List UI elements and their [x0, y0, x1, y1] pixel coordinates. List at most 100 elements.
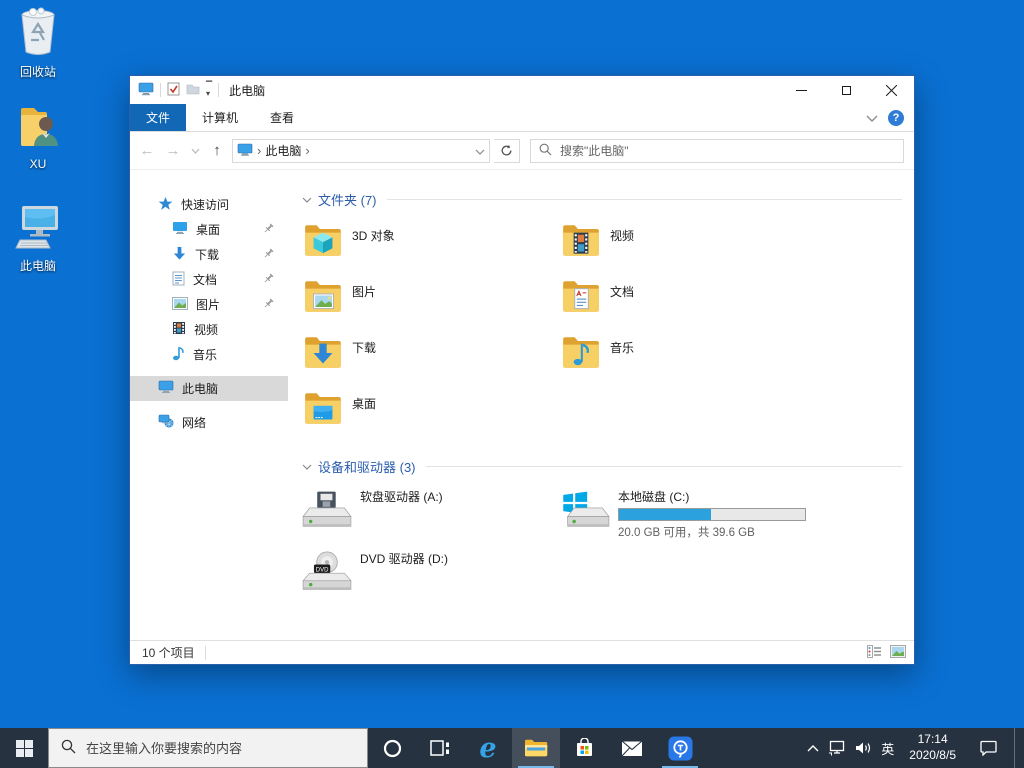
- taskbar: e: [0, 728, 1024, 768]
- sidebar-item-this-pc[interactable]: 此电脑: [130, 376, 288, 401]
- navigation-pane: 快速访问 桌面 下载 文档 图片 视频 音乐 此电脑 网络: [130, 170, 288, 640]
- folder-documents[interactable]: 文档: [560, 275, 818, 331]
- disk-capacity-text: 20.0 GB 可用，共 39.6 GB: [618, 527, 755, 539]
- hidden-icons-button[interactable]: [807, 728, 819, 768]
- cortana-button[interactable]: [368, 728, 416, 768]
- tab-file[interactable]: 文件: [130, 104, 187, 131]
- drive-local-c[interactable]: 本地磁盘 (C:) 20.0 GB 可用，共 39.6 GB: [560, 486, 818, 548]
- explorer-search-box[interactable]: [530, 138, 904, 163]
- sidebar-item-videos[interactable]: 视频: [130, 317, 288, 342]
- desktop-icon-user-folder[interactable]: XU: [0, 102, 76, 171]
- folder-pictures-icon: [302, 275, 344, 317]
- date: 2020/8/5: [909, 748, 956, 762]
- close-button[interactable]: [869, 76, 914, 104]
- properties-icon[interactable]: [167, 82, 180, 99]
- item-label: 下载: [352, 341, 377, 355]
- expand-ribbon-icon[interactable]: [866, 111, 878, 125]
- drive-dvd-d[interactable]: DVD DVD 驱动器 (D:): [302, 548, 560, 610]
- folder-videos[interactable]: 视频: [560, 219, 818, 275]
- store-button[interactable]: [560, 728, 608, 768]
- desktop-icon-recycle-bin[interactable]: 回收站: [0, 6, 76, 80]
- ime-indicator[interactable]: 英: [881, 728, 894, 768]
- up-button[interactable]: ↑: [206, 139, 228, 163]
- pin-icon: [263, 298, 274, 312]
- disk-usage-bar: [618, 508, 806, 521]
- quick-access-star-icon: [158, 196, 173, 214]
- volume-button[interactable]: [855, 728, 872, 768]
- item-label: 视频: [610, 229, 635, 243]
- collapse-chevron-icon: [302, 464, 312, 470]
- folder-3d-objects-icon: [302, 219, 344, 261]
- address-bar[interactable]: › 此电脑 ›: [232, 138, 490, 163]
- pictures-icon: [172, 296, 188, 313]
- mail-button[interactable]: [608, 728, 656, 768]
- network-status-button[interactable]: [828, 728, 846, 768]
- search-input[interactable]: [560, 143, 895, 158]
- item-label: DVD 驱动器 (D:): [360, 552, 448, 566]
- collapse-chevron-icon: [302, 197, 312, 203]
- tab-computer[interactable]: 计算机: [186, 104, 254, 131]
- network-icon: [158, 414, 174, 431]
- sidebar-item-quick-access[interactable]: 快速访问: [130, 192, 288, 217]
- action-center-icon: [979, 740, 997, 756]
- desktop-icon-label: 此电脑: [19, 259, 56, 273]
- todesk-button[interactable]: [656, 728, 704, 768]
- desktop-icon-this-pc[interactable]: 此电脑: [0, 200, 76, 274]
- minimize-button[interactable]: [779, 76, 824, 104]
- sidebar-item-downloads[interactable]: 下载: [130, 242, 288, 267]
- new-folder-icon[interactable]: [186, 83, 200, 98]
- divider: [204, 645, 206, 660]
- file-explorer-window: ▔ ▾ 此电脑 文件 计算机 查看 ? ← → ↑ › 此电脑 › 搜索"此电脑…: [129, 75, 915, 665]
- item-label: 音乐: [610, 341, 635, 355]
- separator: [160, 83, 161, 97]
- folder-desktop[interactable]: 桌面: [302, 387, 560, 443]
- floppy-drive-icon: [302, 488, 352, 530]
- breadcrumb-chevron-icon[interactable]: ›: [257, 143, 261, 158]
- recent-locations-icon[interactable]: [188, 139, 202, 163]
- folder-downloads[interactable]: 下载: [302, 331, 560, 387]
- action-center-button[interactable]: [971, 728, 1005, 768]
- drive-floppy-a[interactable]: 软盘驱动器 (A:): [302, 486, 560, 548]
- sidebar-item-music[interactable]: 音乐: [130, 342, 288, 367]
- speaker-icon: [856, 742, 871, 754]
- sidebar-item-pictures[interactable]: 图片: [130, 292, 288, 317]
- show-desktop-button[interactable]: [1014, 728, 1020, 768]
- start-button[interactable]: [0, 728, 48, 768]
- folder-pictures[interactable]: 图片: [302, 275, 560, 331]
- recycle-bin-icon: [13, 7, 63, 61]
- edge-button[interactable]: e: [464, 728, 512, 768]
- group-header-devices[interactable]: 设备和驱动器 (3): [302, 457, 902, 476]
- dvd-drive-icon: DVD: [302, 550, 352, 592]
- folder-3d-objects[interactable]: 3D 对象: [302, 219, 560, 275]
- sidebar-item-desktop[interactable]: 桌面: [130, 217, 288, 242]
- tab-view[interactable]: 查看: [254, 104, 310, 131]
- breadcrumb[interactable]: 此电脑: [265, 142, 301, 159]
- titlebar[interactable]: ▔ ▾ 此电脑: [130, 76, 914, 104]
- desktop-icon-label: 回收站: [19, 65, 56, 79]
- maximize-button[interactable]: [824, 76, 869, 104]
- details-view-icon[interactable]: [867, 644, 882, 661]
- task-view-button[interactable]: [416, 728, 464, 768]
- folder-music[interactable]: 音乐: [560, 331, 818, 387]
- edge-icon: e: [479, 732, 497, 764]
- customize-toolbar-icon[interactable]: ▔ ▾: [206, 82, 212, 98]
- address-dropdown-icon[interactable]: [475, 144, 485, 158]
- taskbar-search-box[interactable]: [48, 728, 368, 768]
- items-view: 文件夹 (7) 3D 对象 视频 图片 文档 下载 音乐 桌面 设备和驱动器 (…: [288, 170, 914, 640]
- app-icon: [138, 82, 154, 99]
- help-icon[interactable]: ?: [888, 109, 904, 126]
- thumbnail-view-icon[interactable]: [890, 644, 906, 661]
- forward-button[interactable]: →: [162, 139, 184, 163]
- sidebar-item-network[interactable]: 网络: [130, 410, 288, 435]
- clock[interactable]: 17:14 2020/8/5: [903, 728, 962, 768]
- sidebar-item-documents[interactable]: 文档: [130, 267, 288, 292]
- refresh-button[interactable]: [494, 138, 520, 163]
- item-label: 软盘驱动器 (A:): [360, 490, 443, 504]
- taskbar-search-input[interactable]: [86, 740, 355, 756]
- folder-downloads-icon: [302, 331, 344, 373]
- mail-icon: [621, 739, 643, 756]
- back-button[interactable]: ←: [136, 139, 158, 163]
- file-explorer-button[interactable]: [512, 728, 560, 768]
- group-header-folders[interactable]: 文件夹 (7): [302, 190, 902, 209]
- breadcrumb-chevron-icon[interactable]: ›: [305, 143, 309, 158]
